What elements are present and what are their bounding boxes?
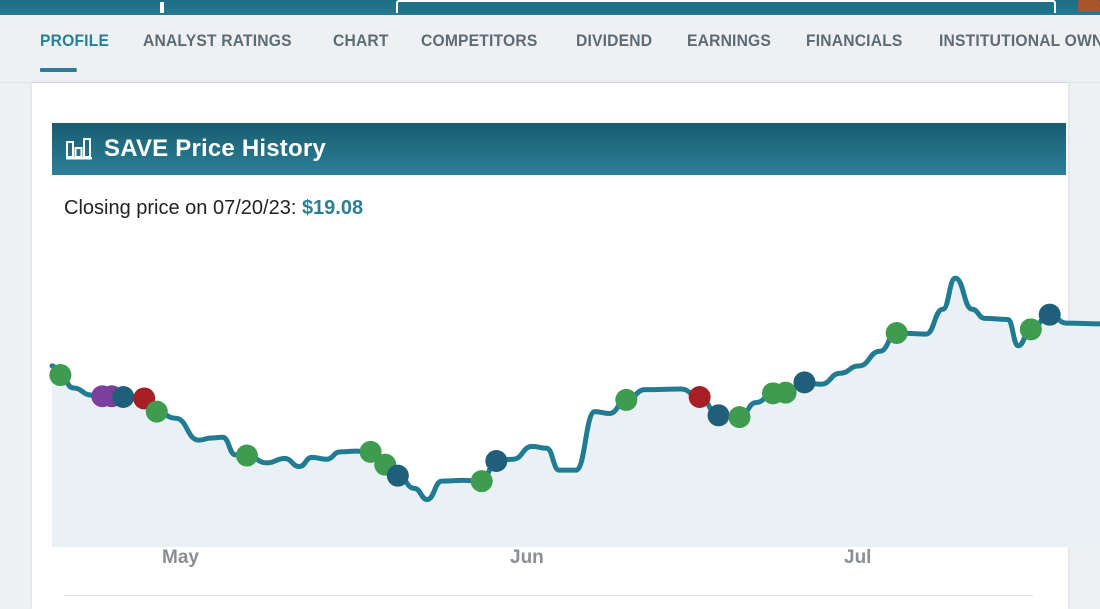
search-input[interactable]: [396, 0, 1056, 13]
chart-marker-green[interactable]: [1020, 318, 1042, 340]
tab-financials-label: FINANCIALS: [806, 31, 903, 50]
price-history-chart[interactable]: [52, 247, 1100, 547]
tab-analyst-ratings[interactable]: ANALYST RATINGS: [143, 28, 305, 54]
closing-price-line: Closing price on 07/20/23: $19.08: [64, 197, 363, 220]
profile-content-panel: SAVE Price History Closing price on 07/2…: [32, 83, 1068, 609]
closing-price-label: Closing price on 07/20/23:: [64, 197, 296, 219]
chart-marker-blue[interactable]: [485, 450, 507, 472]
chart-marker-blue[interactable]: [112, 386, 134, 408]
tab-dividend[interactable]: DIVIDEND: [576, 28, 665, 54]
price-history-card: SAVE Price History Closing price on 07/2…: [52, 123, 1066, 609]
price-history-card-body: Closing price on 07/20/23: $19.08 May Ju…: [52, 175, 1066, 609]
tab-earnings[interactable]: EARNINGS: [687, 28, 784, 54]
ticker-tab-bar: PROFILE ANALYST RATINGS CHART COMPETITOR…: [0, 15, 1100, 83]
site-header-bar: [0, 0, 1100, 15]
x-tick-may: May: [162, 547, 199, 569]
tab-institutional-ownership[interactable]: INSTITUTIONAL OWNERSHIP: [939, 28, 1100, 54]
chart-marker-green[interactable]: [886, 322, 908, 344]
chart-marker-green[interactable]: [236, 445, 258, 467]
tab-chart-label: CHART: [333, 31, 389, 50]
tab-chart[interactable]: CHART: [333, 28, 402, 54]
chart-marker-blue[interactable]: [793, 371, 815, 393]
site-logo[interactable]: [160, 2, 164, 13]
tab-profile[interactable]: PROFILE: [40, 28, 122, 54]
chart-marker-blue[interactable]: [1039, 304, 1061, 326]
tab-competitors-label: COMPETITORS: [421, 31, 537, 50]
x-tick-jun: Jun: [510, 547, 544, 569]
tab-earnings-label: EARNINGS: [687, 31, 771, 50]
price-history-card-header: SAVE Price History: [52, 123, 1066, 175]
chart-marker-red[interactable]: [689, 386, 711, 408]
tab-competitors[interactable]: COMPETITORS: [421, 28, 550, 54]
page-root: PROFILE ANALYST RATINGS CHART COMPETITOR…: [0, 0, 1100, 609]
x-tick-jul: Jul: [844, 547, 871, 569]
chart-marker-green[interactable]: [49, 364, 71, 386]
tab-profile-label: PROFILE: [40, 31, 109, 50]
chart-x-axis: May Jun Jul: [52, 547, 1066, 595]
chart-area-fill: [52, 278, 1100, 547]
tab-institutional-ownership-label: INSTITUTIONAL OWNERSHIP: [939, 31, 1100, 50]
tab-list: PROFILE ANALYST RATINGS CHART COMPETITOR…: [40, 28, 1100, 54]
chart-axis-divider: [64, 595, 1034, 596]
price-chart-svg[interactable]: [52, 247, 1100, 547]
chart-marker-blue[interactable]: [387, 465, 409, 487]
chart-marker-green[interactable]: [728, 406, 750, 428]
header-cta-button[interactable]: [1078, 0, 1100, 12]
tab-financials[interactable]: FINANCIALS: [806, 28, 915, 54]
closing-price-value: $19.08: [302, 197, 363, 219]
tab-dividend-label: DIVIDEND: [576, 31, 652, 50]
chart-marker-green[interactable]: [615, 389, 637, 411]
chart-marker-blue[interactable]: [708, 404, 730, 426]
bar-chart-icon: [66, 137, 92, 161]
chart-marker-green[interactable]: [775, 382, 797, 404]
tab-analyst-ratings-label: ANALYST RATINGS: [143, 31, 292, 50]
price-history-title: SAVE Price History: [104, 135, 326, 163]
chart-marker-green[interactable]: [471, 470, 493, 492]
chart-marker-green[interactable]: [146, 401, 168, 423]
